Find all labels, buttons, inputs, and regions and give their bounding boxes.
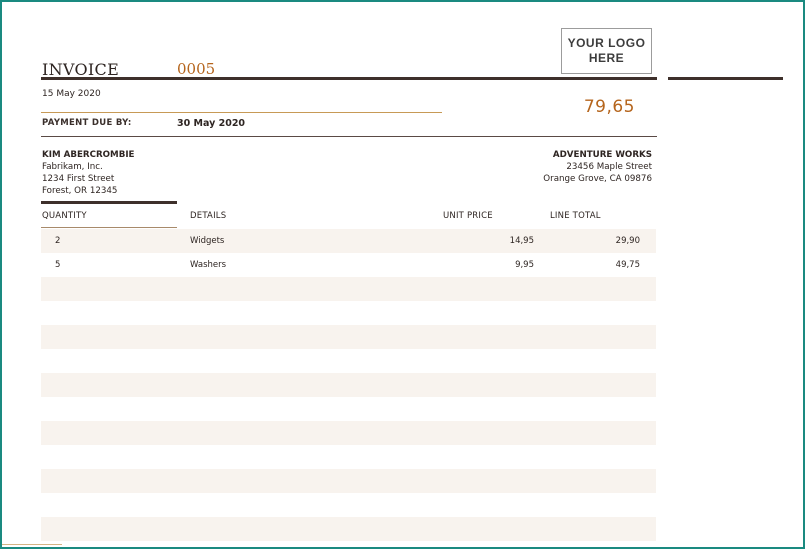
empty-table-row (41, 325, 656, 349)
row-details: Widgets (190, 236, 225, 246)
table-row: 5 Washers 9,95 49,75 (41, 253, 656, 277)
row-unit-price: 9,95 (515, 260, 534, 270)
date-rule (41, 112, 442, 113)
empty-table-row (41, 349, 656, 373)
bill-to-city: Forest, OR 12345 (42, 186, 118, 196)
row-line-total: 29,90 (615, 236, 640, 246)
invoice-total: 79,65 (583, 97, 635, 117)
empty-table-row (41, 493, 656, 517)
bill-to-street: 1234 First Street (42, 174, 115, 184)
from-street: 23456 Maple Street (566, 162, 652, 172)
row-unit-price: 14,95 (509, 236, 534, 246)
header-rule-right (668, 77, 783, 80)
from-name: ADVENTURE WORKS (552, 150, 652, 160)
section-divider (41, 136, 657, 137)
header-line-total: LINE TOTAL (550, 211, 601, 221)
empty-table-row (41, 421, 656, 445)
table-row: 2 Widgets 14,95 29,90 (41, 229, 656, 253)
empty-table-row (41, 373, 656, 397)
empty-table-row (41, 397, 656, 421)
from-address: ADVENTURE WORKS 23456 Maple Street Orang… (543, 149, 652, 185)
bill-to-address: KIM ABERCROMBIE Fabrikam, Inc. 1234 Firs… (42, 149, 135, 197)
payment-due-date: 30 May 2020 (177, 118, 246, 129)
empty-table-row (41, 517, 656, 541)
bill-to-company: Fabrikam, Inc. (42, 162, 103, 172)
header-rule (41, 77, 657, 80)
row-quantity: 5 (55, 260, 61, 270)
row-details: Washers (190, 260, 227, 270)
bill-to-name: KIM ABERCROMBIE (42, 150, 135, 160)
empty-table-row (41, 445, 656, 469)
header-quantity: QUANTITY (42, 211, 87, 221)
bottom-edge-mark (2, 544, 62, 545)
empty-table-row (41, 277, 656, 301)
logo-placeholder: YOUR LOGO HERE (561, 28, 652, 74)
header-details: DETAILS (190, 211, 227, 221)
empty-table-row (41, 469, 656, 493)
invoice-date: 15 May 2020 (42, 89, 101, 99)
from-city: Orange Grove, CA 09876 (543, 174, 652, 184)
table-top-rule (41, 201, 177, 204)
row-line-total: 49,75 (615, 260, 640, 270)
empty-table-row (41, 301, 656, 325)
header-unit-price: UNIT PRICE (443, 211, 493, 221)
invoice-sheet: INVOICE 0005 YOUR LOGO HERE 15 May 2020 … (0, 0, 805, 549)
row-quantity: 2 (55, 236, 61, 246)
quantity-header-rule (41, 227, 177, 228)
payment-due-label: PAYMENT DUE BY: (42, 118, 132, 128)
invoice-number: 0005 (177, 60, 216, 78)
